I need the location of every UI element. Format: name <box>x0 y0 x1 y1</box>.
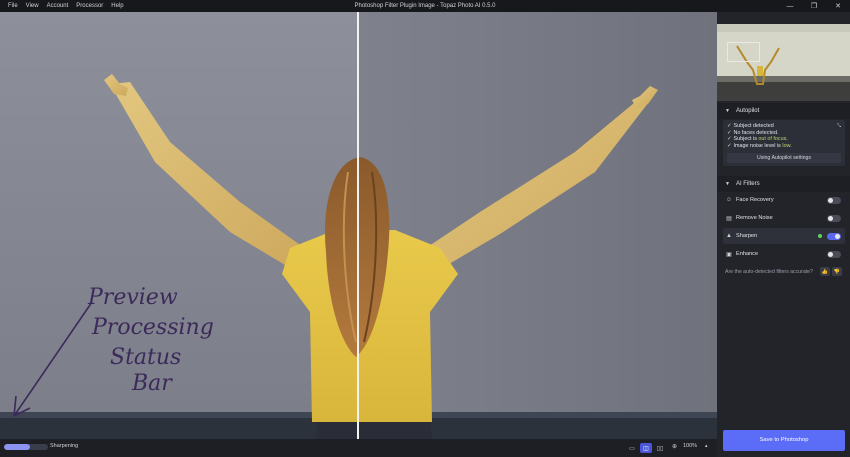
noise-icon: ▤ <box>726 215 732 222</box>
autopilot-line: ✓ No faces detected. <box>727 129 779 136</box>
autopilot-title: Autopilot <box>735 108 760 114</box>
toggle-knob <box>828 216 833 221</box>
close-button[interactable]: ✕ <box>826 0 850 12</box>
face-icon: ☺ <box>725 197 733 203</box>
feedback-question: Are the auto-detected filters accurate? <box>725 269 813 275</box>
filter-face-recovery[interactable]: ☺ Face Recovery <box>723 192 845 208</box>
title-bar: File View Account Processor Help Photosh… <box>0 0 850 12</box>
sharpen-icon: ▲ <box>726 233 732 239</box>
ai-filters-title: AI Filters <box>735 181 760 187</box>
zoom-level[interactable]: 100% <box>683 443 697 449</box>
toggle-knob <box>828 198 833 203</box>
status-bar: Sharpening ▭ ◫ ▯▯ ⊕ 100% ▴ <box>0 439 717 457</box>
collapse-icon[interactable]: ⤡ <box>837 123 841 130</box>
filter-enhance[interactable]: ▣ Enhance <box>723 246 845 262</box>
processing-progress-bar <box>4 444 48 450</box>
autopilot-settings-button[interactable]: Using Autopilot settings <box>727 153 841 163</box>
minimize-button[interactable]: — <box>778 0 802 12</box>
autopilot-line: ✓ Subject is out of focus. <box>727 136 788 143</box>
toggle-knob <box>828 252 833 257</box>
single-view-icon: ▭ <box>629 445 635 452</box>
save-to-photoshop-button[interactable]: Save to Photoshop <box>723 430 845 451</box>
menu-file[interactable]: File <box>4 3 22 9</box>
remove-noise-toggle[interactable] <box>827 215 841 222</box>
chevron-down-icon: ▼ <box>725 108 730 114</box>
menu-account[interactable]: Account <box>43 3 73 9</box>
enhance-toggle[interactable] <box>827 251 841 258</box>
annotation-line: Preview <box>87 285 178 310</box>
toggle-knob <box>835 234 840 239</box>
check-icon: ✓ <box>727 123 732 129</box>
image-preview[interactable]: Preview Processing Status Bar <box>0 12 717 439</box>
face-recovery-toggle[interactable] <box>827 197 841 204</box>
annotation-line: Bar <box>131 371 173 396</box>
comparison-split-handle[interactable] <box>350 12 366 439</box>
right-panel: ▼ Autopilot ⤡ ✓ Subject detected ✓ No face… <box>717 12 850 457</box>
check-icon: ✓ <box>727 136 732 143</box>
sharpen-toggle[interactable] <box>827 233 841 240</box>
zoom-icon: ⊕ <box>672 444 678 450</box>
filter-sharpen[interactable]: ▲ Sharpen <box>723 228 845 244</box>
navigator-image <box>717 24 850 101</box>
annotation-line: Processing <box>91 315 214 340</box>
filter-label: Enhance <box>736 251 759 257</box>
filter-label: Face Recovery <box>736 197 774 203</box>
ai-filters-header[interactable]: ▼ AI Filters <box>717 176 850 192</box>
autopilot-line: ✓ Image noise level is low. <box>727 142 792 149</box>
thumbs-down-button[interactable]: 👎 <box>832 267 842 276</box>
thumbs-down-icon: 👎 <box>833 268 841 275</box>
autopilot-line: ✓ Subject detected <box>727 123 774 129</box>
window-controls: — ❐ ✕ <box>778 0 850 12</box>
thumbs-up-button[interactable]: 👍 <box>820 267 830 276</box>
check-icon: ✓ <box>727 129 732 136</box>
check-icon: ✓ <box>727 142 732 149</box>
annotation-line: Status <box>110 345 181 370</box>
navigator-thumbnail[interactable] <box>717 24 850 101</box>
side-by-side-icon: ▯▯ <box>656 445 664 452</box>
thumbs-up-icon: 👍 <box>821 268 829 275</box>
enhance-icon: ▣ <box>726 251 732 258</box>
status-dot <box>818 234 822 238</box>
autopilot-header[interactable]: ▼ Autopilot <box>717 103 850 119</box>
filter-label: Sharpen <box>736 233 758 239</box>
side-by-side-view-button[interactable]: ▯▯ <box>654 443 666 453</box>
menu-processor[interactable]: Processor <box>72 3 107 9</box>
filter-remove-noise[interactable]: ▤ Remove Noise <box>723 210 845 226</box>
restore-button[interactable]: ❐ <box>802 0 826 12</box>
processing-status-text: Sharpening <box>50 443 79 449</box>
autopilot-summary: ⤡ ✓ Subject detected ✓ No faces detected. … <box>723 120 845 166</box>
menu-help[interactable]: Help <box>107 3 127 9</box>
progress-fill <box>4 444 31 450</box>
chevron-down-icon: ▼ <box>725 181 730 187</box>
topaz-photo-ai-window: File View Account Processor Help Photosh… <box>0 0 850 457</box>
single-view-button[interactable]: ▭ <box>626 443 638 453</box>
filter-label: Remove Noise <box>736 215 773 221</box>
zoom-dropdown-icon[interactable]: ▴ <box>705 443 708 449</box>
menu-view[interactable]: View <box>22 3 43 9</box>
split-view-button[interactable]: ◫ <box>640 443 652 453</box>
navigator-viewport-box[interactable] <box>727 42 760 62</box>
menu-bar: File View Account Processor Help <box>0 3 128 9</box>
split-view-icon: ◫ <box>643 445 649 452</box>
